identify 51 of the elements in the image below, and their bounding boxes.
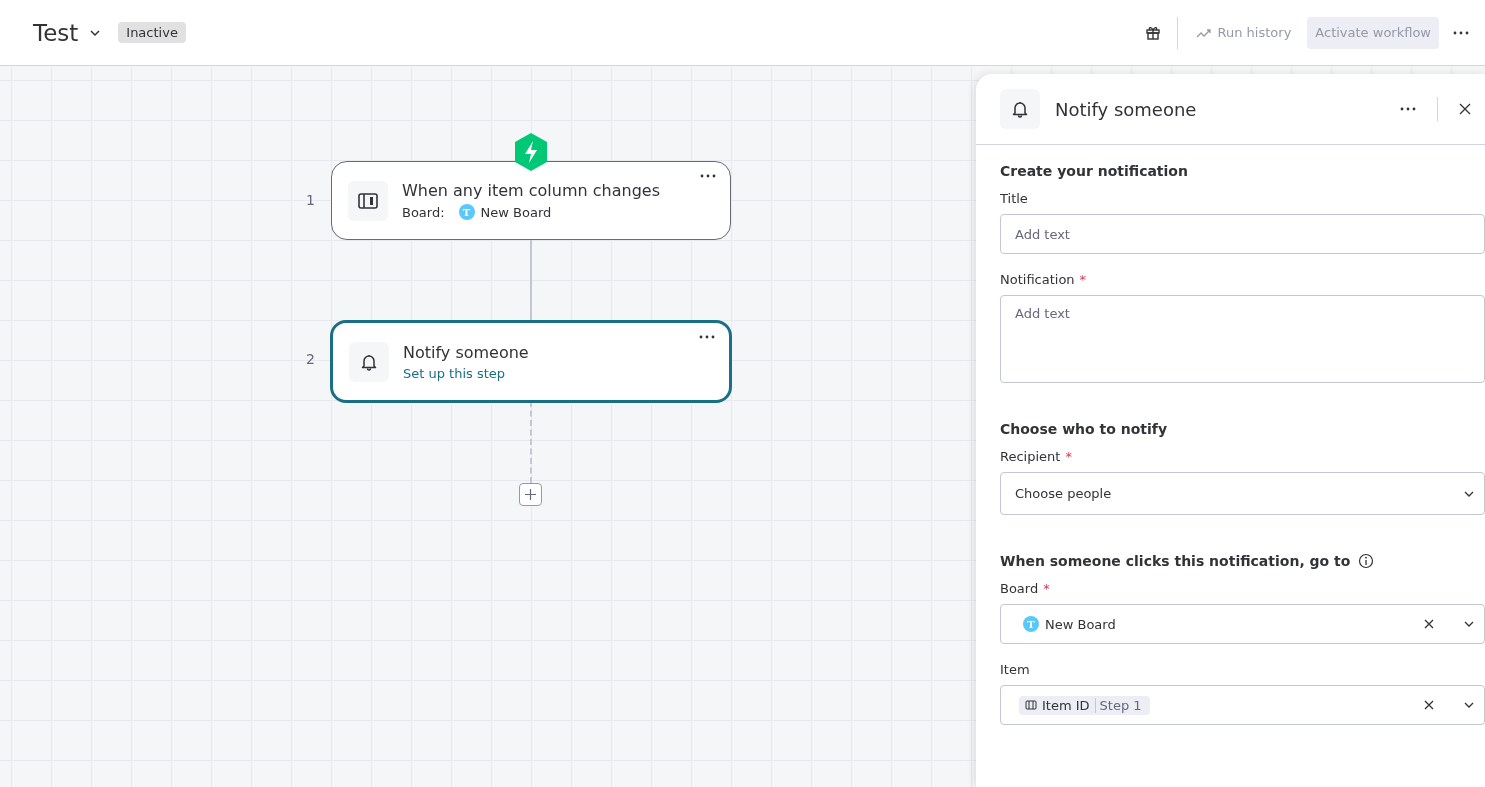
more-icon [699, 335, 715, 339]
step-title: When any item column changes [402, 181, 661, 200]
field-label: Title [1000, 191, 1029, 206]
more-icon [1453, 30, 1469, 35]
title-input[interactable]: Add text [1000, 214, 1485, 254]
required-mark: * [1065, 449, 1072, 464]
dropdown-placeholder: Choose people [1015, 486, 1113, 501]
field-label: Recipient * [1000, 449, 1073, 464]
more-icon [700, 174, 716, 178]
step-card[interactable]: Notify someone Set up this step [330, 320, 732, 403]
item-dropdown[interactable]: Item ID Step 1 [1000, 685, 1485, 725]
step-card[interactable]: When any item column changes Board: T New Board [331, 161, 731, 240]
lightning-hexagon-icon [513, 132, 549, 172]
step-number: 2 [306, 351, 315, 367]
field-label: Board * [1000, 581, 1051, 596]
workflow-title: Test [33, 19, 79, 46]
plus-icon [524, 488, 537, 501]
required-mark: * [1079, 272, 1087, 287]
panel-title: Notify someone [1055, 98, 1198, 120]
status-badge: Inactive [118, 22, 186, 43]
board-icon [358, 191, 378, 210]
step-title: Notify someone [403, 342, 530, 362]
setup-step-link[interactable]: Set up this step [403, 365, 506, 381]
board-name: New Board [480, 204, 552, 220]
trend-icon [1195, 26, 1212, 39]
section-heading: When someone clicks this notification, go to [1000, 553, 1351, 569]
required-mark: * [1043, 581, 1050, 596]
add-step-button[interactable] [519, 483, 542, 506]
step-number: 1 [306, 192, 315, 208]
bell-icon [1011, 100, 1029, 118]
field-label: Notification * [1000, 272, 1088, 287]
close-icon [1459, 103, 1471, 115]
board-label: Board: [402, 204, 445, 220]
board-avatar: T [458, 204, 475, 220]
section-heading: Choose who to notify [1000, 421, 1168, 437]
step-menu-button[interactable] [697, 333, 717, 341]
gift-icon [1144, 24, 1161, 41]
field-label: Item [1000, 662, 1031, 677]
section-heading: Create your notification [1000, 163, 1188, 179]
item-token: Item ID Step 1 [1019, 695, 1150, 715]
step-menu-button[interactable] [698, 172, 718, 180]
bell-icon [360, 352, 378, 371]
recipient-dropdown[interactable]: Choose people [1000, 472, 1485, 515]
board-dropdown[interactable]: T New Board [1000, 604, 1485, 644]
column-icon [1025, 700, 1037, 710]
clear-icon[interactable] [1422, 617, 1436, 631]
clear-icon[interactable] [1422, 698, 1436, 712]
notification-input[interactable]: Add text [1000, 295, 1485, 383]
board-avatar: T [1023, 616, 1039, 632]
board-name: New Board [1045, 616, 1117, 632]
more-icon [1400, 107, 1416, 111]
